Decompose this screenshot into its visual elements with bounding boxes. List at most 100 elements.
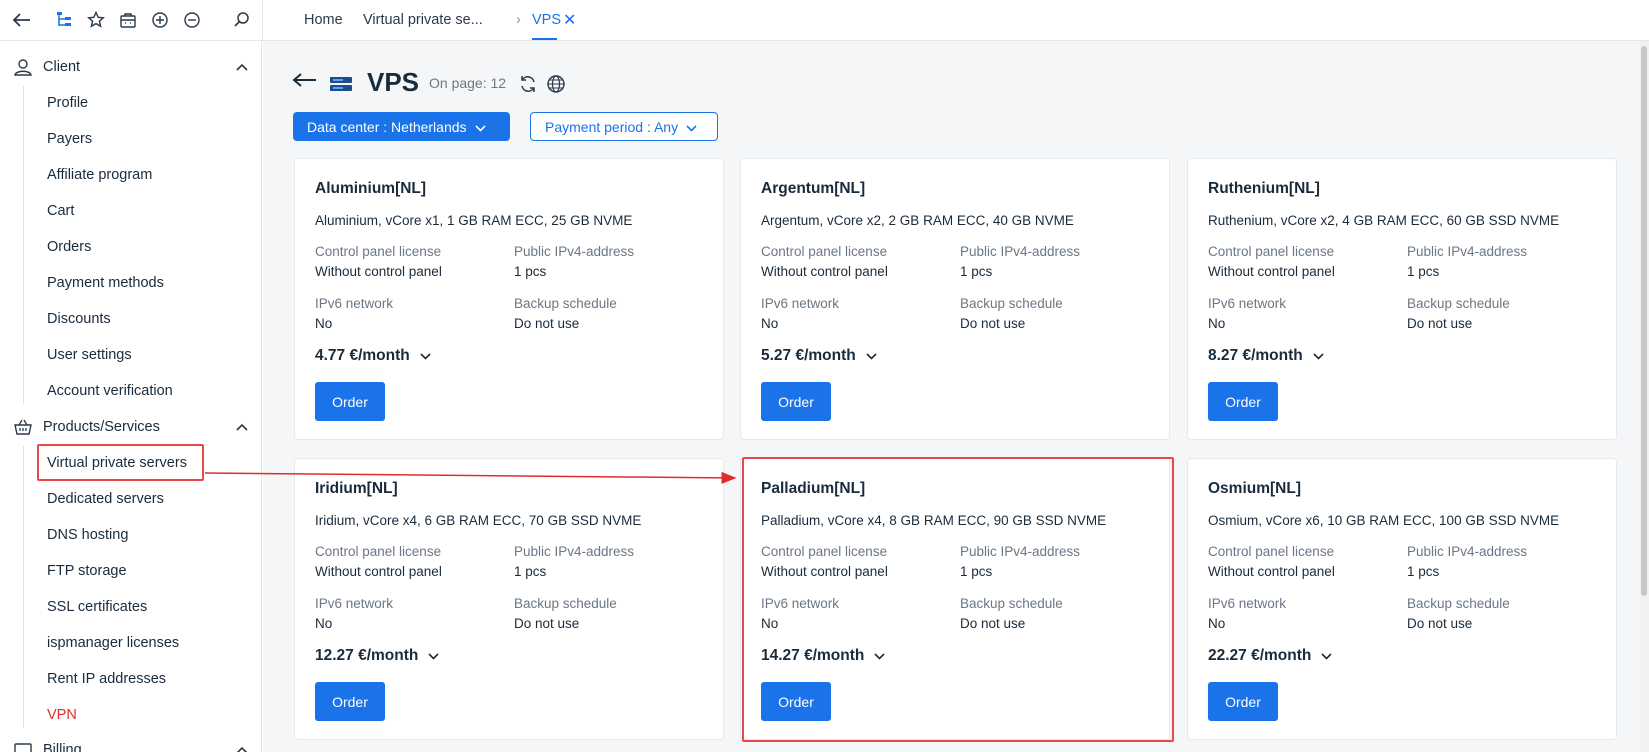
plan-name: Ruthenium[NL]	[1208, 180, 1320, 197]
basket-icon	[12, 416, 34, 438]
sidebar-item-dedicated-servers[interactable]: Dedicated servers	[47, 491, 164, 507]
sidebar-section-title: Billing	[43, 742, 82, 752]
sidebar-item-vpn[interactable]: VPN	[47, 707, 77, 723]
price-selector[interactable]: 12.27 €/month	[315, 647, 439, 665]
ipv4-value: 1 pcs	[960, 264, 993, 279]
billing-icon	[12, 739, 34, 752]
price-selector[interactable]: 22.27 €/month	[1208, 647, 1332, 665]
sidebar-section-products-services[interactable]: Products/Services	[12, 415, 248, 439]
control-panel-value: Without control panel	[1208, 564, 1335, 579]
sidebar-section-billing[interactable]: Billing	[12, 738, 248, 752]
ipv4-label: Public IPv4-address	[1407, 544, 1528, 559]
chevron-down-icon	[1313, 352, 1324, 360]
highlight-box-card	[742, 457, 1174, 742]
plan-card: Argentum[NL] Argentum, vCore x2, 2 GB RA…	[740, 158, 1170, 440]
globe-icon[interactable]	[546, 74, 566, 99]
sidebar-item-ssl-certificates[interactable]: SSL certificates	[47, 599, 147, 615]
backup-label: Backup schedule	[1407, 296, 1510, 311]
sidebar-item-user-settings[interactable]: User settings	[47, 347, 132, 363]
plan-description: Iridium, vCore x4, 6 GB RAM ECC, 70 GB S…	[315, 513, 642, 528]
datacenter-filter-button[interactable]: Data center : Netherlands	[293, 112, 510, 141]
chevron-up-icon[interactable]	[236, 59, 248, 75]
price-value: 4.77 €/month	[315, 347, 410, 364]
sidebar-item-ispmanager-licenses[interactable]: ispmanager licenses	[47, 635, 179, 651]
ipv6-value: No	[315, 616, 333, 631]
ipv4-value: 1 pcs	[514, 564, 547, 579]
sidebar-item-discounts[interactable]: Discounts	[47, 311, 111, 327]
sidebar-item-orders[interactable]: Orders	[47, 239, 91, 255]
briefcase-icon[interactable]	[116, 8, 140, 32]
ipv4-value: 1 pcs	[1407, 564, 1440, 579]
sidebar-item-profile[interactable]: Profile	[47, 95, 88, 111]
sidebar-item-affiliate-program[interactable]: Affiliate program	[47, 167, 152, 183]
sidebar-item-dns-hosting[interactable]: DNS hosting	[47, 527, 128, 543]
close-tab-icon[interactable]: ✕	[563, 10, 576, 30]
backup-value: Do not use	[514, 616, 580, 631]
order-button[interactable]: Order	[761, 382, 831, 421]
chevron-down-icon	[474, 119, 486, 135]
sidebar-item-account-verification[interactable]: Account verification	[47, 383, 173, 399]
ipv6-label: IPv6 network	[1208, 596, 1287, 611]
refresh-icon[interactable]	[518, 74, 538, 99]
sidebar-item-cart[interactable]: Cart	[47, 203, 74, 219]
breadcrumb-separator-icon: ›	[516, 12, 521, 28]
plan-name: Argentum[NL]	[761, 180, 866, 197]
back-arrow-icon[interactable]	[292, 72, 318, 93]
control-panel-value: Without control panel	[1208, 264, 1335, 279]
backup-label: Backup schedule	[514, 596, 617, 611]
ipv4-label: Public IPv4-address	[514, 544, 635, 559]
order-button[interactable]: Order	[315, 682, 385, 721]
price-value: 12.27 €/month	[315, 647, 419, 664]
payment-period-filter-label: Payment period : Any	[545, 118, 679, 135]
price-selector[interactable]: 4.77 €/month	[315, 347, 431, 365]
section-guide-line	[23, 446, 24, 728]
price-selector[interactable]: 8.27 €/month	[1208, 347, 1324, 365]
backup-label: Backup schedule	[514, 296, 617, 311]
breadcrumb-virtual-private-servers[interactable]: Virtual private se...	[363, 12, 483, 28]
order-button[interactable]: Order	[315, 382, 385, 421]
breadcrumb-home[interactable]: Home	[304, 12, 343, 28]
top-bar: Home Virtual private se... › VPS ✕	[0, 0, 1649, 41]
zoom-in-icon[interactable]	[148, 8, 172, 32]
sidebar-item-ftp-storage[interactable]: FTP storage	[47, 563, 127, 579]
control-panel-value: Without control panel	[761, 264, 888, 279]
chevron-down-icon	[686, 119, 697, 135]
active-tab-indicator	[532, 38, 557, 40]
items-per-page[interactable]: On page: 12	[429, 75, 506, 91]
section-guide-line	[23, 86, 24, 404]
plan-card: Osmium[NL] Osmium, vCore x6, 10 GB RAM E…	[1187, 458, 1617, 740]
chevron-down-icon	[420, 352, 431, 360]
sidebar-section-client[interactable]: Client	[12, 55, 248, 79]
tab-vps[interactable]: VPS	[532, 12, 561, 28]
sitemap-icon[interactable]	[52, 8, 76, 32]
zoom-out-icon[interactable]	[180, 8, 204, 32]
chevron-up-icon[interactable]	[236, 419, 248, 435]
server-icon	[330, 76, 352, 97]
back-icon[interactable]	[10, 8, 34, 32]
plan-description: Osmium, vCore x6, 10 GB RAM ECC, 100 GB …	[1208, 513, 1560, 528]
plan-card: Iridium[NL] Iridium, vCore x4, 6 GB RAM …	[294, 458, 724, 740]
order-button[interactable]: Order	[1208, 382, 1278, 421]
price-selector[interactable]: 5.27 €/month	[761, 347, 877, 365]
scrollbar-thumb[interactable]	[1641, 46, 1647, 596]
user-icon	[12, 56, 34, 78]
chevron-up-icon[interactable]	[236, 742, 248, 752]
ipv6-label: IPv6 network	[315, 296, 394, 311]
plan-description: Argentum, vCore x2, 2 GB RAM ECC, 40 GB …	[761, 213, 1074, 228]
order-button[interactable]: Order	[1208, 682, 1278, 721]
plan-description: Aluminium, vCore x1, 1 GB RAM ECC, 25 GB…	[315, 213, 633, 228]
chevron-down-icon	[866, 352, 877, 360]
sidebar-item-rent-ip-addresses[interactable]: Rent IP addresses	[47, 671, 166, 687]
payment-period-filter-button[interactable]: Payment period : Any	[530, 112, 718, 141]
sidebar-item-payment-methods[interactable]: Payment methods	[47, 275, 164, 291]
sidebar-item-payers[interactable]: Payers	[47, 131, 92, 147]
price-value: 5.27 €/month	[761, 347, 856, 364]
star-icon[interactable]	[84, 8, 108, 32]
control-panel-value: Without control panel	[315, 564, 442, 579]
ipv6-value: No	[315, 316, 333, 331]
ipv4-label: Public IPv4-address	[1407, 244, 1528, 259]
ipv6-label: IPv6 network	[315, 596, 394, 611]
control-panel-label: Control panel license	[315, 544, 442, 559]
search-icon[interactable]	[230, 8, 254, 32]
sidebar-section-title: Client	[43, 59, 81, 75]
